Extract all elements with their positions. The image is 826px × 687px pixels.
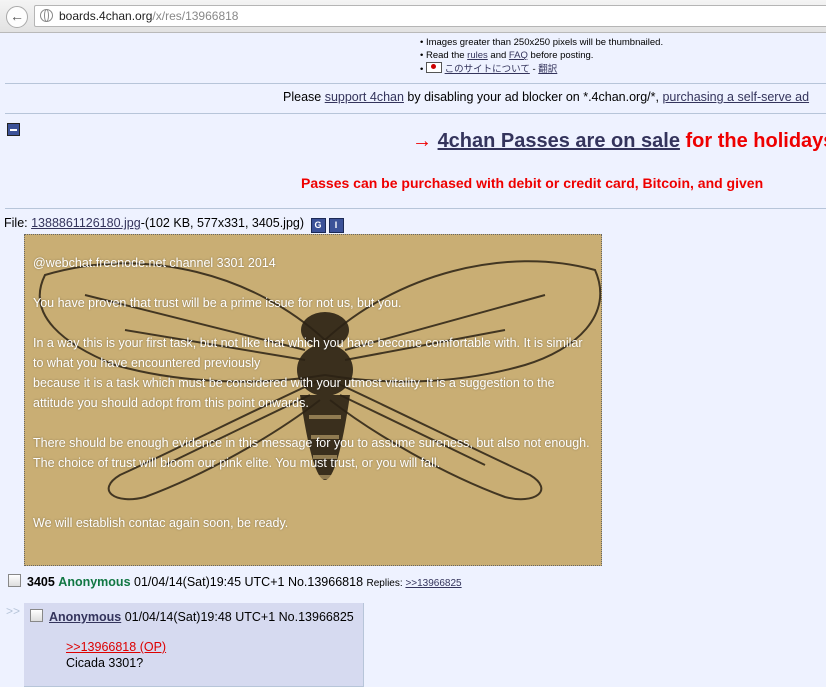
rule-thumbnail: Images greater than 250x250 pixels will … (420, 36, 663, 49)
self-serve-ad-link[interactable]: purchasing a self-serve ad (662, 90, 809, 104)
address-bar[interactable]: boards.4chan.org/x/res/13966818 (34, 5, 826, 27)
passes-promo: → 4chan Passes are on sale for the holid… (412, 130, 826, 152)
post-number[interactable]: No.13966818 (288, 575, 363, 589)
reply-number[interactable]: No.13966825 (279, 610, 354, 624)
file-info: File: 1388861126180.jpg-(102 KB, 577x331… (4, 216, 344, 233)
back-arrow-icon[interactable]: ← (6, 6, 28, 28)
browser-toolbar: ← boards.4chan.org/x/res/13966818 (0, 0, 826, 33)
post-subject: 3405 (27, 575, 55, 589)
reply-arrows: >> (6, 604, 21, 618)
divider (5, 113, 826, 114)
rule-read: Read the rules and FAQ before posting. (420, 49, 663, 62)
reply-text: Cicada 3301? (66, 656, 144, 670)
adblock-notice: Please support 4chan by disabling your a… (283, 90, 810, 104)
jp-translate-link[interactable]: 翻訳 (538, 64, 557, 75)
divider (5, 83, 826, 84)
google-search-icon[interactable]: G (310, 218, 326, 233)
globe-icon (40, 9, 53, 22)
file-link[interactable]: 1388861126180.jpg (31, 216, 141, 230)
passes-link[interactable]: 4chan Passes are on sale (438, 130, 680, 152)
divider (5, 208, 826, 209)
reply-post: Anonymous 01/04/14(Sat)19:48 UTC+1 No.13… (24, 603, 364, 687)
japan-flag-icon (425, 62, 442, 73)
post-image[interactable]: @webchat.freenode.net channel 3301 2014 … (24, 234, 602, 566)
iqdb-search-icon[interactable]: I (328, 218, 344, 233)
op-post-header: 3405 Anonymous 01/04/14(Sat)19:45 UTC+1 … (8, 574, 462, 589)
posting-rules: Images greater than 250x250 pixels will … (420, 36, 663, 76)
url-text: boards.4chan.org/x/res/13966818 (59, 9, 239, 23)
reply-backlink[interactable]: >>13966825 (405, 578, 461, 589)
faq-link[interactable]: FAQ (509, 50, 528, 61)
post-datetime: 01/04/14(Sat)19:45 UTC+1 (134, 575, 285, 589)
rules-link[interactable]: rules (467, 50, 488, 61)
support-4chan-link[interactable]: support 4chan (325, 90, 404, 104)
reply-poster-name[interactable]: Anonymous (49, 610, 121, 624)
reply-select-checkbox[interactable] (30, 609, 43, 622)
collapse-toggle-icon[interactable] (7, 123, 20, 136)
rule-japanese: このサイトについて - 翻訳 (420, 62, 663, 76)
poster-name: Anonymous (58, 575, 131, 589)
op-quote-link[interactable]: >>13966818 (OP) (66, 640, 166, 654)
replies-list: Replies: >>13966825 (366, 578, 462, 589)
reply-header: Anonymous 01/04/14(Sat)19:48 UTC+1 No.13… (30, 609, 354, 624)
op-select-checkbox[interactable] (8, 574, 21, 587)
reply-datetime: 01/04/14(Sat)19:48 UTC+1 (124, 610, 276, 624)
jp-about-link[interactable]: このサイトについて (445, 64, 530, 75)
image-message: @webchat.freenode.net channel 3301 2014 … (33, 256, 590, 530)
passes-promo-detail: Passes can be purchased with debit or cr… (301, 175, 764, 191)
